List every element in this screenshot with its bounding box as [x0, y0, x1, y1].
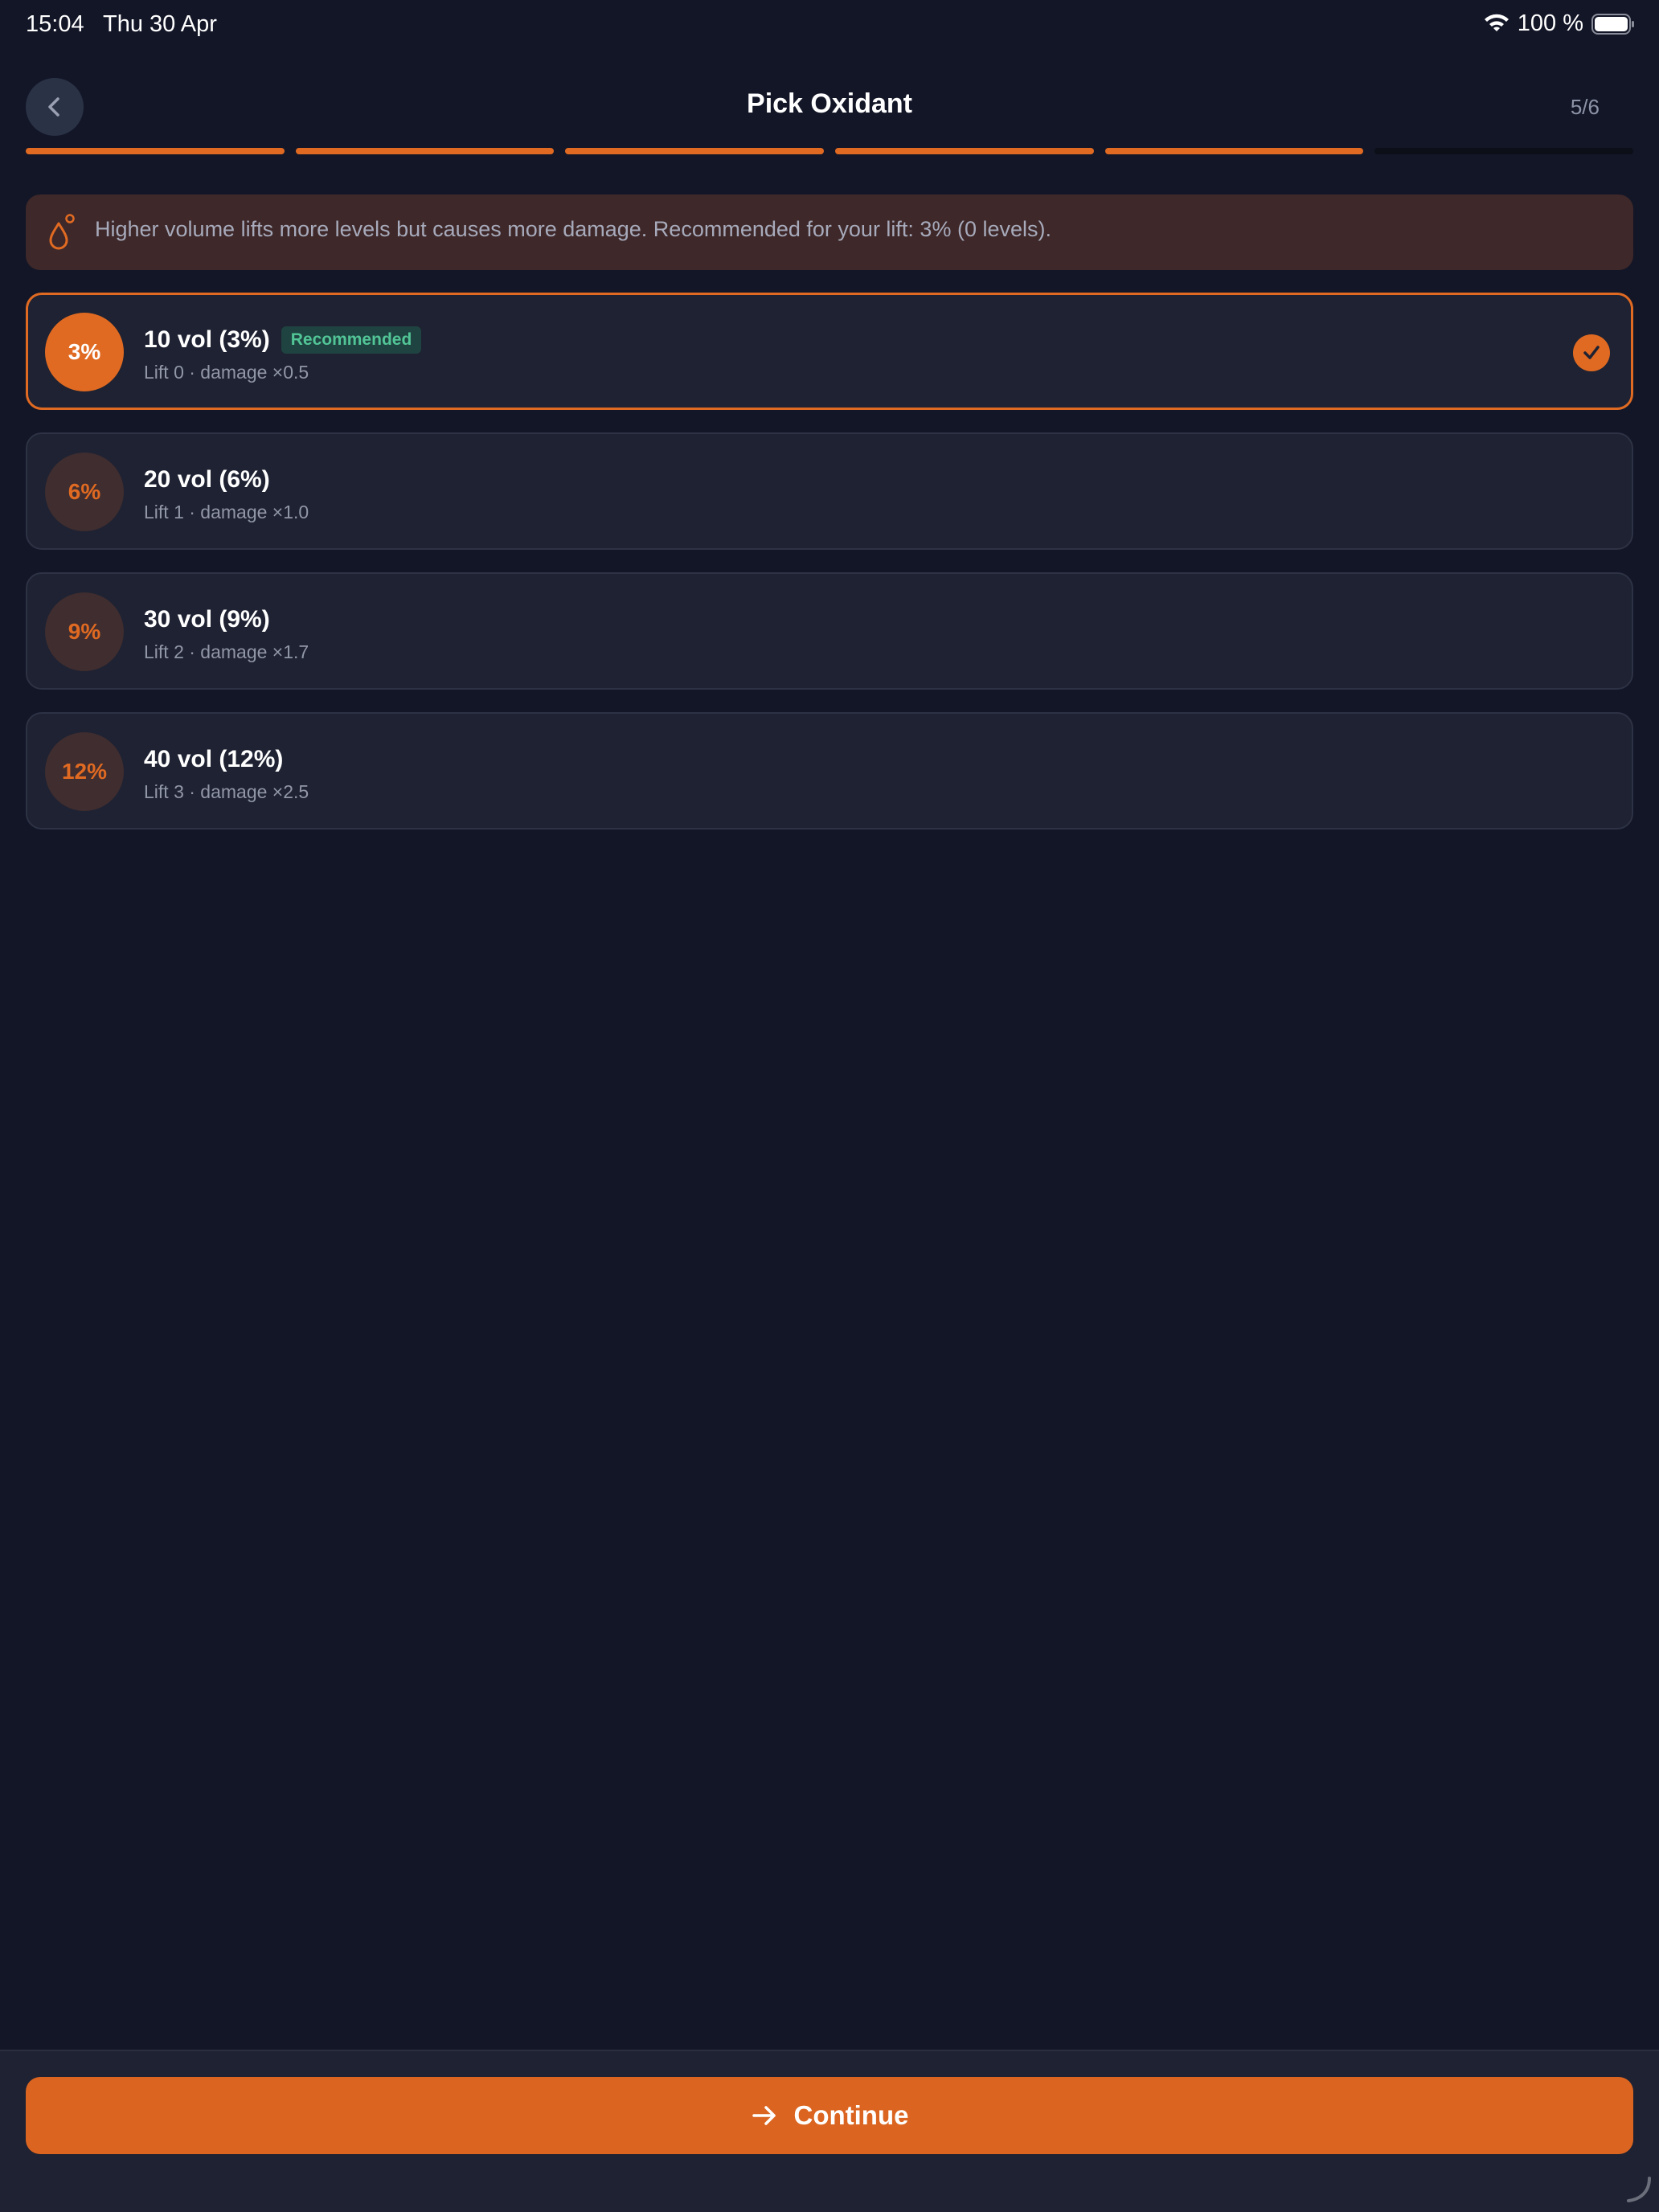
droplet-icon [49, 214, 75, 250]
progress-segment [26, 148, 285, 154]
checkmark-icon [1573, 334, 1610, 371]
step-progress-bar [26, 148, 1634, 154]
percent-circle: 9% [45, 592, 124, 671]
option-subtitle: Lift 3 · damage ×2.5 [144, 781, 309, 802]
status-date: Thu 30 Apr [103, 11, 217, 37]
progress-segment [835, 148, 1094, 154]
percent-circle: 6% [45, 453, 124, 531]
info-banner: Higher volume lifts more levels but caus… [26, 195, 1633, 270]
progress-segment [295, 148, 555, 154]
continue-button[interactable]: Continue [26, 2077, 1633, 2154]
option-subtitle: Lift 2 · damage ×1.7 [144, 641, 309, 662]
percent-circle: 12% [45, 732, 124, 811]
arrow-right-icon [752, 2106, 776, 2125]
info-text: Higher volume lifts more levels but caus… [95, 217, 1051, 241]
oxidant-option-card[interactable]: 9% 30 vol (9%) Lift 2 · damage ×1.7 [26, 572, 1633, 690]
option-title: 20 vol (6%) [144, 466, 270, 493]
status-bar: 15:04 Thu 30 Apr 100 % [0, 0, 1659, 51]
page-title: Pick Oxidant [747, 88, 912, 119]
oxidant-picker-screen: 15:04 Thu 30 Apr 100 % Pick Oxidant 5/6 [0, 0, 1659, 2212]
oxidant-options-list: 3% 10 vol (3%) Recommended Lift 0 · damage … [26, 293, 1633, 852]
option-title-row: 20 vol (6%) [144, 466, 270, 494]
option-subtitle: Lift 0 · damage ×0.5 [144, 362, 309, 383]
percent-circle: 3% [45, 313, 124, 391]
progress-segment [1374, 148, 1634, 154]
oxidant-option-card[interactable]: 12% 40 vol (12%) Lift 3 · damage ×2.5 [26, 712, 1633, 830]
option-title-row: 40 vol (12%) [144, 746, 283, 773]
oxidant-option-card[interactable]: 3% 10 vol (3%) Recommended Lift 0 · damage … [26, 293, 1633, 410]
recommended-badge: Recommended [281, 326, 422, 354]
option-title: 10 vol (3%) [144, 326, 270, 353]
option-title: 40 vol (12%) [144, 746, 284, 772]
oxidant-option-card[interactable]: 6% 20 vol (6%) Lift 1 · damage ×1.0 [26, 432, 1633, 550]
continue-label: Continue [793, 2100, 909, 2130]
option-subtitle: Lift 1 · damage ×1.0 [144, 502, 309, 522]
step-counter: 5/6 [1570, 95, 1600, 119]
progress-segment [1104, 148, 1364, 154]
resize-handle-icon[interactable] [1624, 2175, 1653, 2204]
battery-percentage: 100 % [1517, 10, 1583, 36]
progress-segment [565, 148, 825, 154]
option-title-row: 10 vol (3%) Recommended [144, 326, 422, 354]
option-title: 30 vol (9%) [144, 606, 270, 633]
option-title-row: 30 vol (9%) [144, 606, 270, 633]
status-indicators: 100 % [1484, 10, 1635, 37]
status-time: 15:04 [26, 11, 84, 37]
bottom-bar: Continue [0, 2050, 1659, 2212]
battery-icon [1591, 13, 1634, 35]
wifi-icon [1484, 14, 1509, 31]
